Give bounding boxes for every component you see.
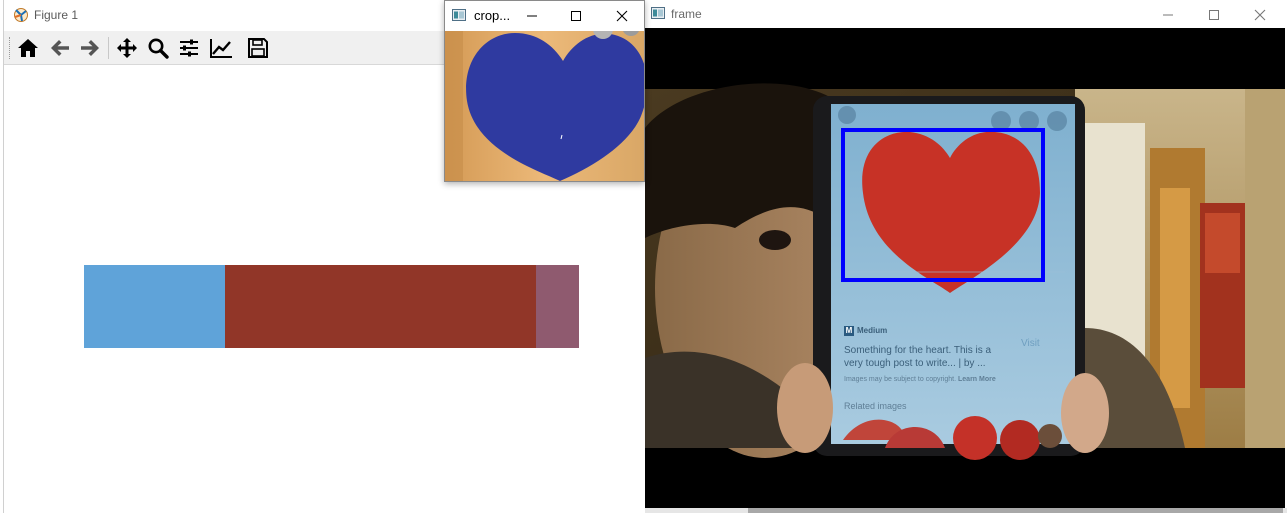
minimize-button[interactable] — [510, 3, 554, 29]
zoom-icon — [148, 38, 169, 59]
minimize-icon — [1163, 14, 1173, 16]
frame-titlebar[interactable]: frame — [645, 0, 1287, 30]
minimize-button[interactable] — [1146, 2, 1190, 28]
save-button[interactable] — [246, 36, 270, 60]
color-segment — [225, 265, 536, 348]
close-button[interactable] — [1238, 2, 1282, 28]
back-arrow-icon — [51, 40, 69, 56]
crop-titlebar[interactable]: crop... — [445, 1, 644, 31]
crop-window: crop... — [444, 0, 645, 182]
maximize-icon — [1209, 10, 1219, 20]
medium-logo-icon: M Medium — [844, 326, 888, 336]
caption-line-2: very tough post to write... | by ... — [844, 358, 986, 369]
color-segment — [536, 265, 579, 348]
close-icon — [616, 10, 628, 22]
edit-axes-button[interactable] — [209, 36, 233, 60]
subplots-config-icon — [180, 39, 198, 57]
related-images-label: Related images — [844, 401, 907, 411]
forward-button[interactable] — [78, 36, 102, 60]
forward-arrow-icon — [81, 40, 99, 56]
source-name: Medium — [857, 326, 888, 335]
window-app-icon — [651, 7, 665, 19]
save-icon — [248, 38, 268, 58]
cropped-heart-image — [445, 31, 644, 181]
scrollbar-thumb[interactable] — [748, 508, 1283, 513]
caption-line-1: Something for the heart. This is a — [844, 345, 992, 356]
minimize-icon — [527, 15, 537, 17]
edit-axes-icon — [210, 39, 232, 58]
copyright-notice: Images may be subject to copyright. Lear… — [844, 376, 996, 383]
close-icon — [1254, 9, 1266, 21]
window-app-icon — [452, 9, 466, 21]
pan-button[interactable] — [115, 36, 139, 60]
window-title: crop... — [474, 8, 511, 23]
visit-button[interactable]: Visit — [1021, 338, 1040, 349]
subplots-button[interactable] — [177, 36, 201, 60]
close-button[interactable] — [600, 3, 644, 29]
home-icon — [18, 39, 38, 57]
toolbar-grip[interactable] — [9, 37, 12, 59]
toolbar-separator — [108, 37, 109, 59]
pan-icon — [117, 38, 137, 58]
frame-window: frame M Medium Something for the heart. … — [645, 0, 1287, 513]
horizontal-scrollbar[interactable] — [645, 508, 1287, 513]
window-title: Figure 1 — [34, 8, 79, 22]
learn-more-link[interactable]: Learn More — [958, 376, 996, 383]
window-title: frame — [671, 7, 702, 21]
maximize-button[interactable] — [554, 3, 598, 29]
webcam-frame: M Medium Something for the heart. This is… — [645, 28, 1285, 508]
back-button[interactable] — [48, 36, 72, 60]
zoom-button[interactable] — [146, 36, 170, 60]
maximize-button[interactable] — [1192, 2, 1236, 28]
copyright-text: Images may be subject to copyright. — [844, 376, 957, 383]
color-segment — [84, 265, 225, 348]
matplotlib-logo-icon — [14, 8, 28, 22]
home-button[interactable] — [16, 36, 40, 60]
maximize-icon — [571, 11, 581, 21]
